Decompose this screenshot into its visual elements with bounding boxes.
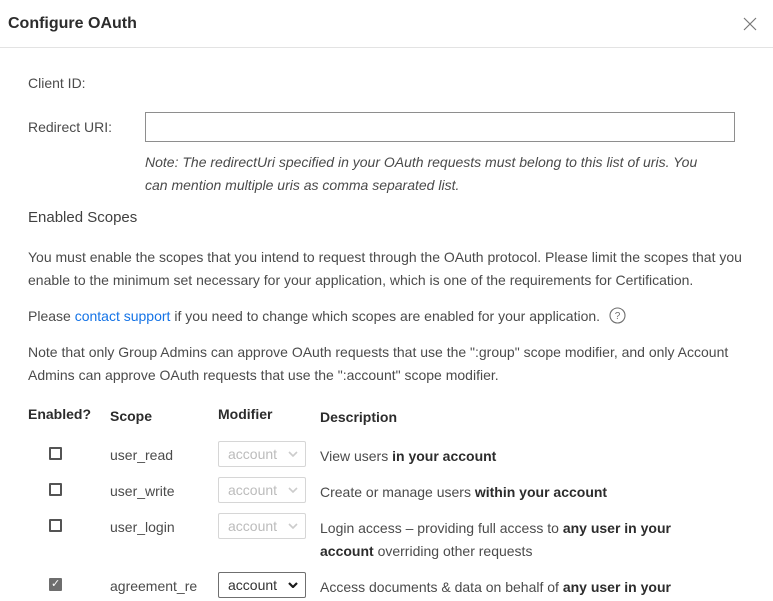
modifier-selected-value: account	[228, 446, 277, 462]
col-header-modifier: Modifier	[218, 406, 320, 422]
chevron-down-icon	[288, 451, 298, 457]
scope-row: user_read account View users in your acc…	[28, 441, 735, 468]
help-icon[interactable]: ?	[609, 307, 626, 324]
scope-enabled-checkbox[interactable]	[49, 447, 62, 460]
dialog-header: Configure OAuth	[0, 0, 773, 48]
modifier-selected-value: account	[228, 577, 277, 593]
support-prefix: Please	[28, 308, 75, 324]
scope-name: user_login	[110, 513, 202, 537]
contact-support-link[interactable]: contact support	[75, 308, 171, 324]
client-id-row: Client ID:	[28, 74, 735, 93]
dialog-body: Client ID: Redirect URI: Note: The redir…	[0, 48, 773, 601]
scope-description: View users in your account	[320, 441, 720, 468]
col-header-description: Description	[320, 406, 720, 429]
modifier-select[interactable]: account	[218, 441, 306, 467]
redirect-uri-row: Redirect URI:	[28, 112, 735, 142]
scope-name: agreement_read	[110, 572, 202, 601]
redirect-uri-label: Redirect URI:	[28, 112, 145, 137]
modifier-select[interactable]: account	[218, 572, 306, 598]
col-header-scope: Scope	[110, 406, 202, 426]
configure-oauth-dialog: Configure OAuth Client ID: Redirect URI:…	[0, 0, 773, 601]
modifier-select[interactable]: account	[218, 513, 306, 539]
scope-enabled-checkbox[interactable]	[49, 578, 62, 591]
scopes-table-header: Enabled? Scope Modifier Description	[28, 406, 735, 429]
scopes-table: Enabled? Scope Modifier Description user…	[28, 406, 735, 601]
enabled-scopes-heading: Enabled Scopes	[28, 209, 735, 226]
redirect-uri-input[interactable]	[145, 112, 735, 142]
svg-text:?: ?	[615, 311, 621, 322]
scope-enabled-checkbox[interactable]	[49, 519, 62, 532]
scope-description: Create or manage users within your accou…	[320, 477, 720, 504]
modifier-select[interactable]: account	[218, 477, 306, 503]
scope-row: user_login account Login access – provid…	[28, 513, 735, 563]
chevron-down-icon	[288, 487, 298, 493]
chevron-down-icon	[288, 582, 298, 588]
admin-note-text: Note that only Group Admins can approve …	[28, 341, 743, 387]
dialog-title: Configure OAuth	[8, 15, 137, 33]
redirect-uri-note: Note: The redirectUri specified in your …	[145, 151, 723, 197]
scope-enabled-checkbox[interactable]	[49, 483, 62, 496]
scope-row: agreement_read account Access documents …	[28, 572, 735, 601]
scopes-table-rows: user_read account View users in your acc…	[28, 441, 735, 601]
scope-description: Access documents & data on behalf of any…	[320, 572, 720, 601]
scopes-intro-text: You must enable the scopes that you inte…	[28, 246, 743, 292]
support-suffix: if you need to change which scopes are e…	[170, 308, 600, 324]
scope-name: user_read	[110, 441, 202, 465]
contact-support-text: Please contact support if you need to ch…	[28, 305, 743, 328]
modifier-selected-value: account	[228, 518, 277, 534]
close-icon[interactable]	[742, 16, 758, 32]
modifier-selected-value: account	[228, 482, 277, 498]
col-header-enabled: Enabled?	[28, 406, 110, 422]
scope-row: user_write account Create or manage user…	[28, 477, 735, 504]
scope-name: user_write	[110, 477, 202, 501]
chevron-down-icon	[288, 523, 298, 529]
client-id-label: Client ID:	[28, 74, 145, 93]
scope-description: Login access – providing full access to …	[320, 513, 720, 563]
